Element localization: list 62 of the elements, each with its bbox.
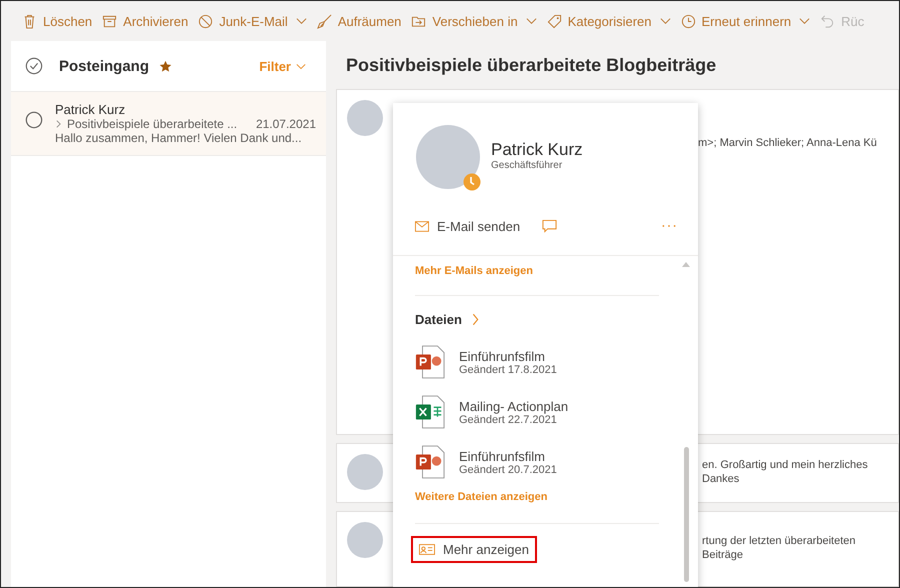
scroll-up-icon[interactable] (682, 262, 690, 267)
chevron-right-icon[interactable] (472, 313, 479, 326)
caret-icon (526, 17, 537, 25)
star-icon[interactable] (159, 60, 172, 72)
send-email-button[interactable]: E-Mail senden (415, 218, 520, 234)
caret-icon (799, 17, 810, 25)
more-options-icon[interactable] (662, 224, 676, 228)
contact-card-icon (419, 544, 435, 555)
avatar-placeholder (347, 100, 383, 136)
archive-icon (102, 14, 118, 28)
file-name: Mailing- Actionplan (459, 398, 568, 414)
broom-icon (316, 14, 332, 28)
file-modified-date: Geändert 17.8.2021 (459, 364, 557, 376)
avatar-placeholder (347, 522, 383, 558)
file-name: Einführunfsfilm (459, 348, 546, 364)
toolbar-button[interactable]: Aufräumen (312, 5, 406, 37)
toolbar-button[interactable]: Erneut erinnern (676, 5, 816, 37)
toolbar-button[interactable]: Archivieren (97, 5, 194, 37)
chevron-icon (55, 119, 62, 129)
file-item[interactable]: Einführunfsfilm Geändert 17.8.2021 (415, 337, 682, 387)
tag-icon (546, 14, 562, 28)
toolbar-button[interactable]: Löschen (17, 5, 98, 37)
more-emails-link[interactable]: Mehr E-Mails anzeigen (415, 265, 682, 277)
trash-icon (22, 14, 37, 28)
clock-icon (680, 14, 696, 28)
block-icon (198, 14, 214, 28)
select-circle-icon[interactable] (25, 111, 43, 129)
email-subject: Positivbeispiele überarbeitete Blogbeiträge (346, 55, 718, 76)
caret-icon (296, 17, 307, 25)
contact-name: Patrick Kurz (491, 140, 583, 160)
files-heading: Dateien (415, 312, 462, 327)
file-name: Einführunfsfilm (459, 448, 546, 464)
caret-icon (296, 62, 306, 70)
toolbar-button[interactable]: Kategorisieren (542, 5, 676, 37)
powerpoint-file-icon (415, 445, 445, 479)
contact-role: Geschäftsführer (491, 160, 564, 170)
toolbar-button[interactable]: Verschieben in (406, 5, 542, 37)
caret-icon (660, 17, 671, 25)
mail-icon (415, 220, 429, 232)
filter-button[interactable]: Filter (253, 58, 312, 74)
email-text: en. Großartig und mein herzliches Dankes (702, 458, 869, 487)
file-modified-date: Geändert 22.7.2021 (459, 414, 557, 426)
file-item[interactable]: Einführunfsfilm Geändert 20.7.2021 (415, 437, 682, 487)
sender-name: Patrick Kurz (55, 102, 126, 117)
email-text: rtung der letzten überarbeiteten Beiträge (702, 534, 856, 563)
undo-icon (820, 14, 836, 28)
message-item[interactable]: Patrick Kurz Positivbeispiele überarbeitete ... 21.07.2021 Hallo zusammen, Hammer! Vielen Dank und... (11, 92, 326, 156)
excel-file-icon (415, 395, 445, 429)
file-item[interactable]: Mailing- Actionplan Geändert 22.7.2021 (415, 387, 682, 437)
folder-title: Posteingang (59, 58, 150, 74)
avatar-placeholder (347, 454, 383, 490)
message-date: 21.07.2021 (256, 117, 316, 131)
more-files-link[interactable]: Weitere Dateien anzeigen (415, 491, 682, 503)
chat-icon[interactable] (542, 218, 558, 234)
show-more-button[interactable]: Mehr anzeigen (411, 536, 537, 563)
email-text: m>; Marvin Schlieker; Anna-Lena Kü (698, 136, 878, 150)
toolbar-button[interactable]: Junk-E-Mail (193, 5, 312, 37)
message-preview: Hallo zusammen, Hammer! Vielen Dank und... (55, 131, 303, 145)
select-all-icon[interactable] (25, 57, 43, 75)
message-subject: Positivbeispiele überarbeitete ... (67, 117, 238, 131)
file-modified-date: Geändert 20.7.2021 (459, 464, 557, 476)
powerpoint-file-icon (415, 345, 445, 379)
